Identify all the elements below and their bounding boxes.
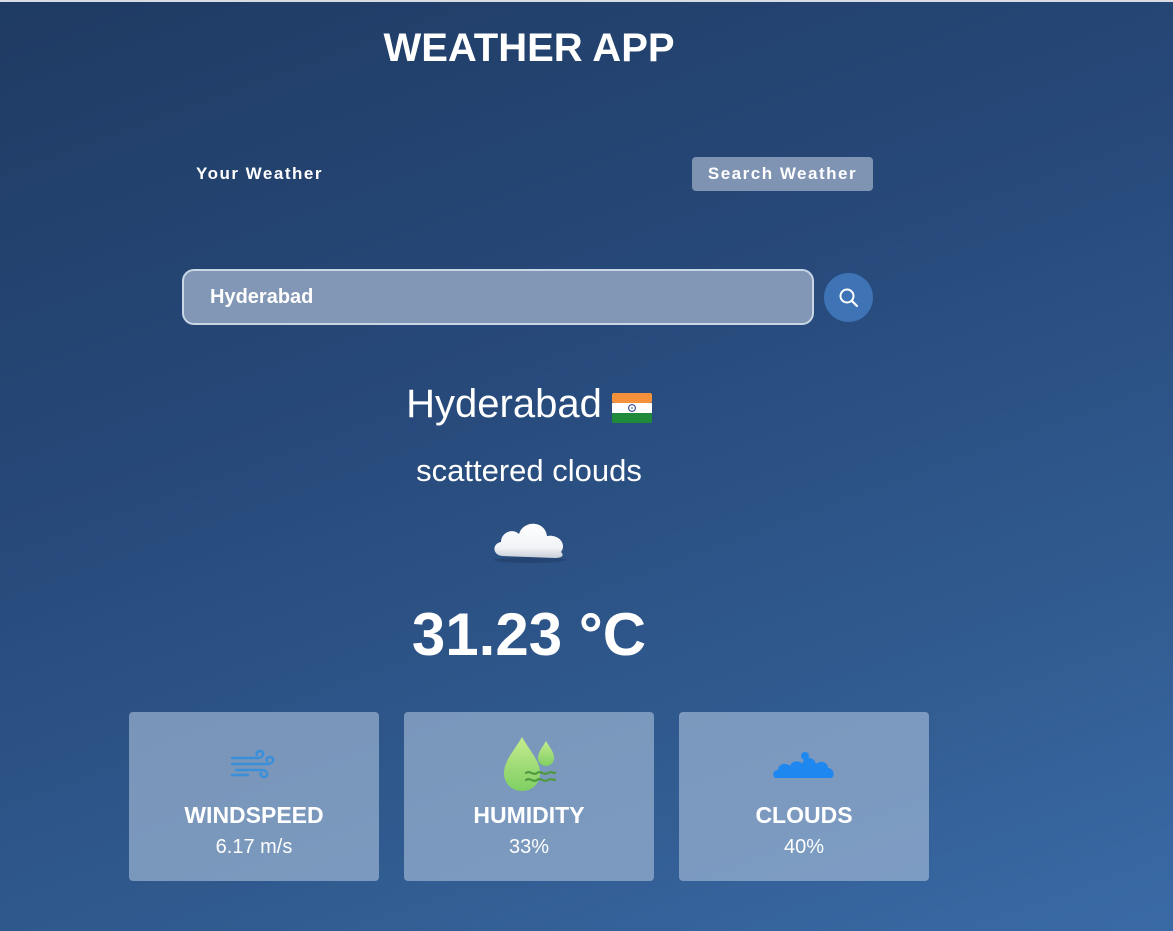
clouds-label: CLOUDS [755, 802, 853, 828]
city-heading: Hyderabad [0, 382, 1058, 427]
clouds-icon [772, 748, 836, 780]
tab-your-weather[interactable]: Your Weather [186, 157, 333, 191]
temperature: 31.23 °C [411, 601, 647, 668]
tab-search-weather[interactable]: Search Weather [692, 157, 873, 191]
search-icon [838, 287, 860, 309]
windspeed-card: WINDSPEED 6.17 m/s [129, 712, 379, 881]
search-input[interactable] [182, 269, 814, 325]
top-border [0, 0, 1173, 2]
wind-icon [230, 749, 278, 779]
cloud-icon [489, 516, 571, 564]
weather-description: scattered clouds [416, 453, 642, 488]
clouds-card: CLOUDS 40% [679, 712, 929, 881]
app-title: WEATHER APP [383, 26, 675, 70]
windspeed-value: 6.17 m/s [215, 836, 293, 858]
humidity-card: HUMIDITY 33% [404, 712, 654, 881]
humidity-label: HUMIDITY [473, 802, 585, 828]
india-flag-icon [611, 388, 652, 424]
city-name: Hyderabad [406, 382, 602, 426]
humidity-value: 33% [508, 836, 550, 858]
windspeed-label: WINDSPEED [184, 802, 324, 828]
search-button[interactable] [824, 273, 873, 322]
clouds-value: 40% [783, 836, 825, 858]
humidity-icon [500, 735, 558, 793]
